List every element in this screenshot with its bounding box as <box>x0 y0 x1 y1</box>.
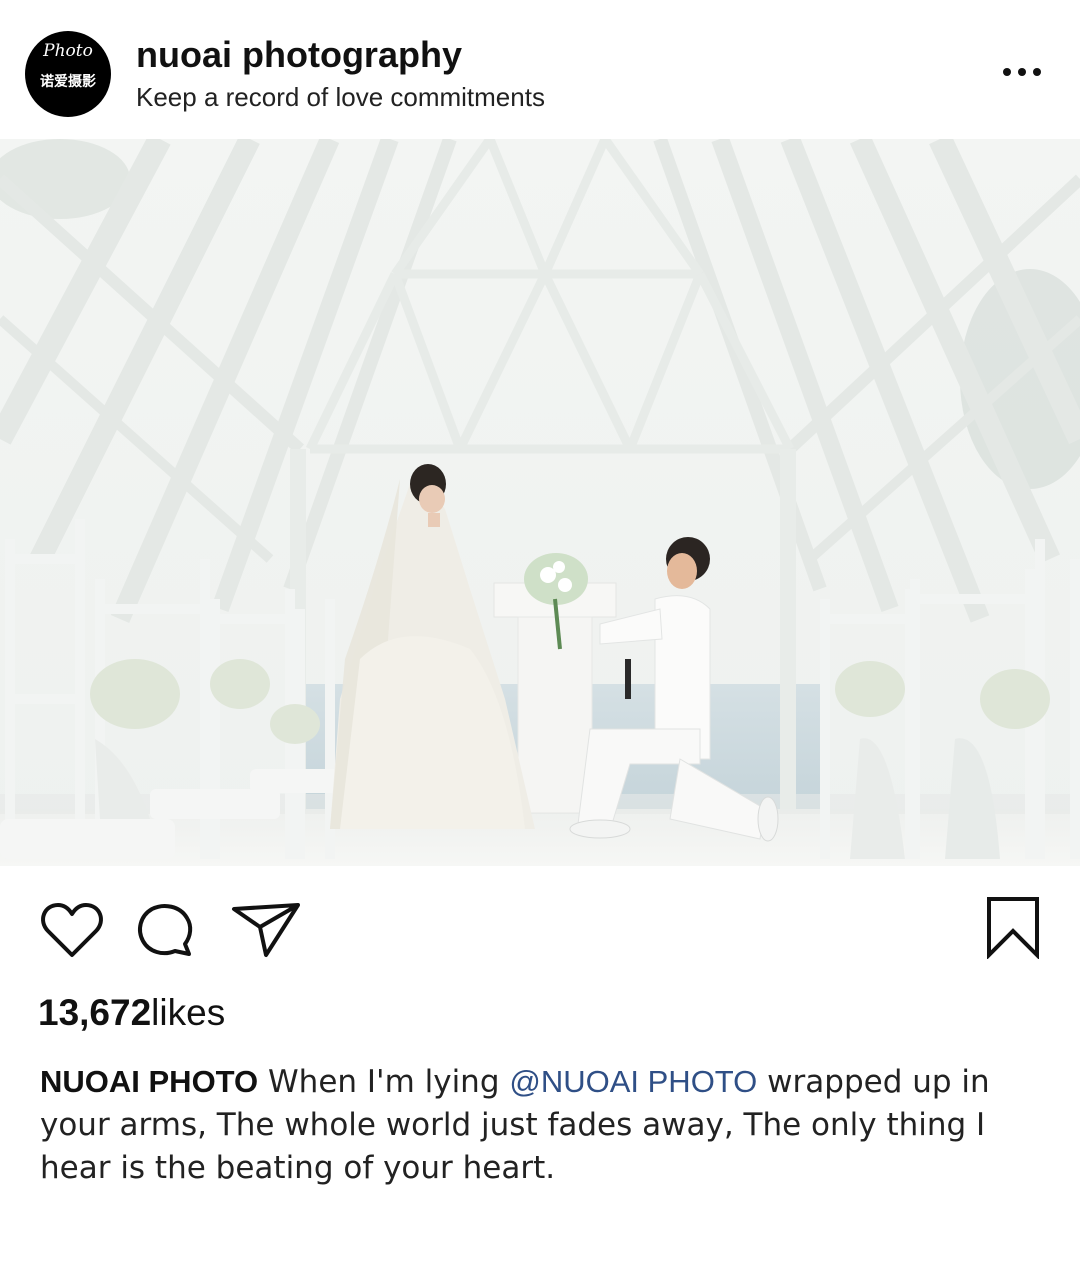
more-options-button[interactable] <box>998 58 1046 86</box>
comment-bubble-icon <box>138 904 193 956</box>
like-button[interactable] <box>40 901 104 961</box>
likes-number: 13,672 <box>38 992 152 1033</box>
post-header: Photo 诺爱摄影 nuoai photography Keep a reco… <box>0 0 1080 139</box>
more-dot <box>1033 68 1041 76</box>
avatar-script-text: Photo <box>43 41 93 61</box>
likes-label: likes <box>151 992 226 1033</box>
account-tagline: Keep a record of love commitments <box>136 82 545 112</box>
comment-button[interactable] <box>135 900 195 960</box>
wedding-chapel-photo <box>0 139 1080 866</box>
caption-mention[interactable]: @NUOAI PHOTO <box>509 1064 757 1099</box>
more-dot <box>1018 68 1026 76</box>
more-horizontal-icon <box>1003 68 1011 76</box>
caption-author[interactable]: NUOAI PHOTO <box>40 1064 258 1099</box>
avatar-logo-text: 诺爱摄影 <box>40 74 96 90</box>
post-photo[interactable] <box>0 139 1080 866</box>
post-actions <box>0 866 1080 986</box>
post-caption: NUOAI PHOTO When I'm lying @NUOAI PHOTO … <box>40 1060 1040 1190</box>
heart-outline-icon <box>41 903 103 957</box>
paper-plane-icon <box>232 903 300 957</box>
caption-text-start: When I'm lying <box>258 1064 510 1100</box>
share-button[interactable] <box>230 901 302 959</box>
likes-count[interactable]: 13,672likes <box>38 992 225 1034</box>
bookmark-outline-icon <box>987 897 1039 959</box>
avatar[interactable]: Photo 诺爱摄影 <box>25 31 111 117</box>
save-button[interactable] <box>985 897 1041 959</box>
account-name[interactable]: nuoai photography <box>136 34 462 76</box>
